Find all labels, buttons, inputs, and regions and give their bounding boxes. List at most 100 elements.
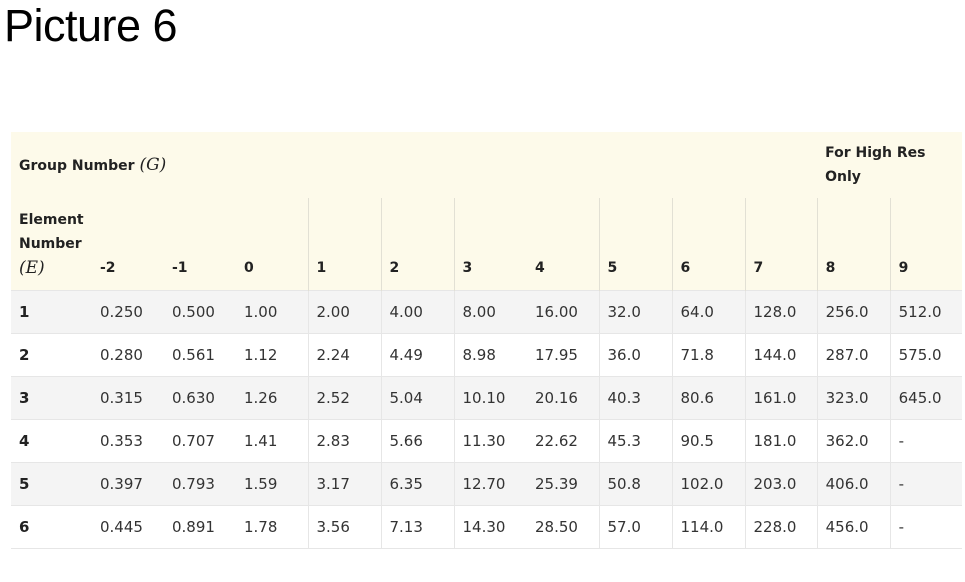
element-number-cell: 4 — [11, 418, 92, 462]
group-column-header: 0 — [244, 259, 254, 276]
element-number-cell: 3 — [11, 375, 92, 419]
value-cell: - — [889, 504, 963, 549]
group-column-header: 6 — [671, 198, 745, 290]
element-number-header-row: Element Number (E) -2 -1 0 1 2 3 4 5 6 7 8 9 — [11, 198, 963, 290]
value-cell: 2.24 — [307, 332, 381, 376]
value-cell: 0.445 — [92, 504, 164, 549]
element-number-cell: 1 — [11, 289, 92, 333]
value-cell: 6.35 — [380, 461, 454, 505]
value-cell: 7.13 — [380, 504, 454, 549]
value-cell: 10.10 — [453, 375, 527, 419]
group-column-header: 1 — [307, 198, 381, 290]
resolution-table: Group Number (G) For High Res Only Eleme… — [11, 132, 963, 549]
group-number-variable: (G) — [139, 154, 167, 175]
value-cell: 80.6 — [671, 375, 745, 419]
table-row: 5 0.397 0.793 1.59 3.17 6.35 12.70 25.39 50.8 102… — [11, 461, 963, 505]
value-cell: 203.0 — [744, 461, 818, 505]
table-body: 1 0.250 0.500 1.00 2.00 4.00 8.00 16.00 32.0 64.0… — [11, 289, 963, 549]
value-cell: 0.630 — [164, 375, 236, 419]
value-cell: 40.3 — [598, 375, 672, 419]
value-cell: 71.8 — [671, 332, 745, 376]
element-number-cell: 5 — [11, 461, 92, 505]
group-column-header: 9 — [889, 198, 963, 290]
element-number-cell: 6 — [11, 504, 92, 549]
picture-title: Picture 6 — [4, 0, 178, 51]
group-column-header: -2 — [100, 259, 116, 276]
group-number-header: Group Number (G) — [11, 132, 817, 198]
value-cell: 1.41 — [236, 418, 308, 462]
group-column-header: 8 — [816, 198, 891, 290]
group-number-header-row: Group Number (G) For High Res Only — [11, 132, 963, 198]
value-cell: 256.0 — [816, 289, 891, 333]
table-row: 1 0.250 0.500 1.00 2.00 4.00 8.00 16.00 32.0 64.0… — [11, 289, 963, 333]
group-column-header: 3 — [453, 198, 527, 290]
element-number-label: Element Number — [19, 211, 84, 252]
value-cell: 114.0 — [671, 504, 745, 549]
value-cell: 17.95 — [527, 332, 599, 376]
high-res-note: For High Res Only — [825, 145, 926, 185]
value-cell: 2.83 — [307, 418, 381, 462]
value-cell: 512.0 — [889, 289, 963, 333]
value-cell: 323.0 — [816, 375, 891, 419]
value-cell: 575.0 — [889, 332, 963, 376]
value-cell: 1.59 — [236, 461, 308, 505]
value-cell: 2.00 — [307, 289, 381, 333]
value-cell: 406.0 — [816, 461, 891, 505]
value-cell: 3.56 — [307, 504, 381, 549]
group-column-header: 2 — [380, 198, 454, 290]
value-cell: 456.0 — [816, 504, 891, 549]
value-cell: 0.250 — [92, 289, 164, 333]
value-cell: 57.0 — [598, 504, 672, 549]
group-column-header: -1 — [172, 259, 188, 276]
value-cell: 0.891 — [164, 504, 236, 549]
table-row: 2 0.280 0.561 1.12 2.24 4.49 8.98 17.95 36.0 71.8… — [11, 332, 963, 376]
value-cell: 50.8 — [598, 461, 672, 505]
value-cell: 102.0 — [671, 461, 745, 505]
value-cell: 20.16 — [527, 375, 599, 419]
value-cell: 16.00 — [527, 289, 599, 333]
value-cell: 0.707 — [164, 418, 236, 462]
value-cell: 128.0 — [744, 289, 818, 333]
value-cell: 0.793 — [164, 461, 236, 505]
value-cell: 11.30 — [453, 418, 527, 462]
value-cell: - — [889, 461, 963, 505]
element-number-cell: 2 — [11, 332, 92, 376]
group-column-header: 4 — [535, 259, 545, 276]
value-cell: 1.12 — [236, 332, 308, 376]
value-cell: - — [889, 418, 963, 462]
value-cell: 45.3 — [598, 418, 672, 462]
value-cell: 8.98 — [453, 332, 527, 376]
value-cell: 5.04 — [380, 375, 454, 419]
value-cell: 287.0 — [816, 332, 891, 376]
value-cell: 25.39 — [527, 461, 599, 505]
value-cell: 32.0 — [598, 289, 672, 333]
value-cell: 645.0 — [889, 375, 963, 419]
value-cell: 0.280 — [92, 332, 164, 376]
value-cell: 64.0 — [671, 289, 745, 333]
value-cell: 2.52 — [307, 375, 381, 419]
value-cell: 228.0 — [744, 504, 818, 549]
value-cell: 0.561 — [164, 332, 236, 376]
value-cell: 0.397 — [92, 461, 164, 505]
table-row: 6 0.445 0.891 1.78 3.56 7.13 14.30 28.50 57.0 114… — [11, 504, 963, 549]
value-cell: 14.30 — [453, 504, 527, 549]
value-cell: 0.353 — [92, 418, 164, 462]
element-number-variable: (E) — [19, 257, 45, 278]
value-cell: 4.00 — [380, 289, 454, 333]
value-cell: 12.70 — [453, 461, 527, 505]
value-cell: 90.5 — [671, 418, 745, 462]
value-cell: 0.315 — [92, 375, 164, 419]
table-row: 4 0.353 0.707 1.41 2.83 5.66 11.30 22.62 45.3 90.… — [11, 418, 963, 462]
group-number-label: Group Number — [19, 157, 135, 174]
group-column-header: 7 — [744, 198, 818, 290]
value-cell: 0.500 — [164, 289, 236, 333]
value-cell: 144.0 — [744, 332, 818, 376]
value-cell: 4.49 — [380, 332, 454, 376]
value-cell: 36.0 — [598, 332, 672, 376]
value-cell: 1.00 — [236, 289, 308, 333]
value-cell: 181.0 — [744, 418, 818, 462]
group-column-header: 5 — [598, 198, 672, 290]
value-cell: 1.26 — [236, 375, 308, 419]
value-cell: 22.62 — [527, 418, 599, 462]
element-number-header: Element Number (E) — [11, 198, 92, 290]
